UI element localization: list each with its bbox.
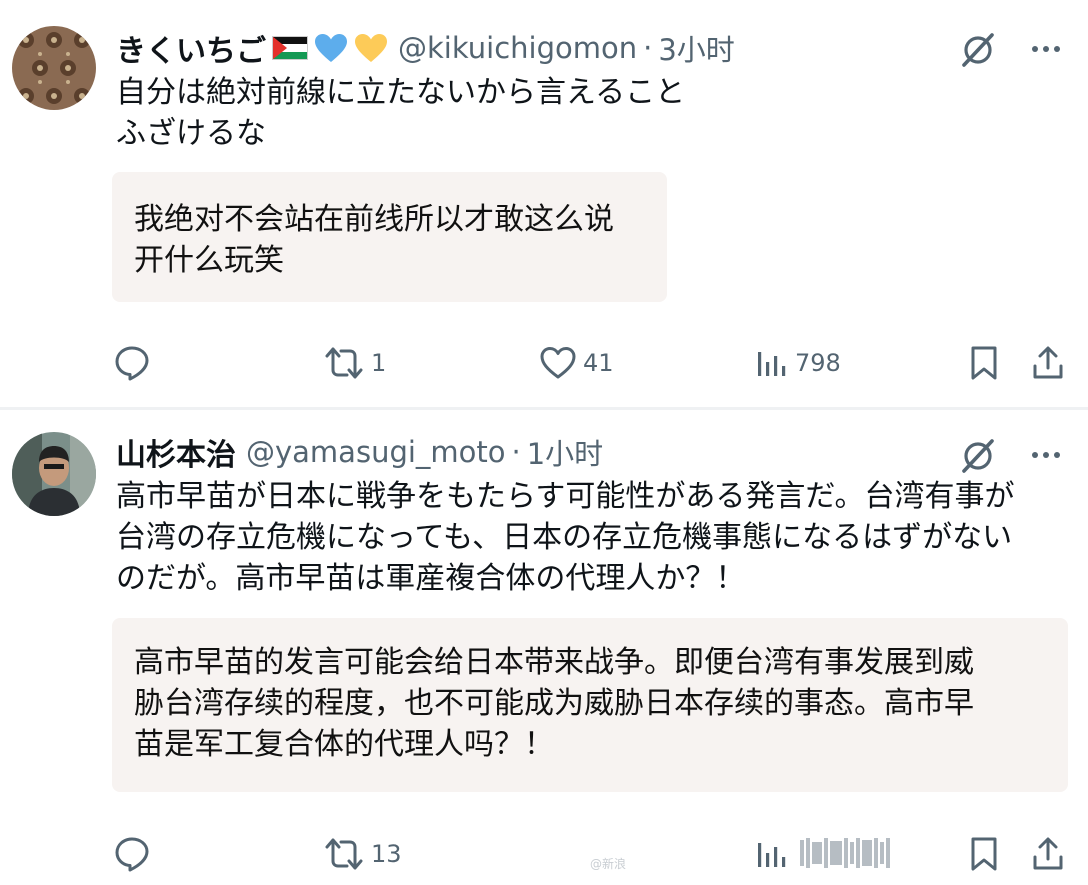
- like-count: 41: [583, 349, 614, 377]
- retweet-icon: [325, 347, 363, 379]
- action-bar: 1 41 798: [0, 343, 1088, 383]
- bookmark-button[interactable]: [966, 343, 1002, 383]
- translation-box: 我绝对不会站在前线所以才敢这么说 开什么玩笑: [112, 172, 667, 302]
- retweet-button[interactable]: 1: [323, 343, 386, 383]
- share-icon: [1033, 837, 1063, 870]
- tweet-1[interactable]: きくいちご @kikuichigomon · 3小时 自分は絶対前線に立たないか…: [0, 0, 1088, 407]
- tweet-text-line: 高市早苗が日本に戦争をもたらす可能性がある発言だ。台湾有事が: [116, 479, 1015, 514]
- translation-line: 高市早苗的发言可能会给日本带来战争。即便台湾有事发展到威: [134, 645, 974, 680]
- like-button[interactable]: 41: [539, 343, 614, 383]
- analytics-icon: [758, 843, 786, 867]
- retweet-count: 1: [371, 349, 387, 377]
- tweet-text: 高市早苗が日本に戦争をもたらす可能性がある発言だ。台湾有事が 台湾の存立危機にな…: [116, 476, 1068, 599]
- views-button[interactable]: [755, 834, 789, 874]
- timestamp[interactable]: 3小时: [658, 27, 734, 69]
- tweet-2[interactable]: 山杉本治 @yamasugi_moto · 1小时 高市早苗が日本に戦争をもたら…: [0, 410, 1088, 885]
- share-button[interactable]: [1030, 343, 1066, 383]
- translation-line: 开什么玩笑: [134, 243, 284, 278]
- display-name[interactable]: きくいちご: [116, 26, 266, 70]
- weibo-watermark: @新浪: [590, 857, 627, 871]
- watermark-overlay: [800, 833, 1020, 873]
- tweet-text-line: 台湾の存立危機になっても、日本の存立危機事態になるはずがない: [116, 520, 1013, 555]
- user-handle[interactable]: @kikuichigomon: [398, 31, 637, 65]
- tweet-header: きくいちご @kikuichigomon · 3小时: [116, 26, 735, 70]
- analytics-icon: [758, 352, 786, 376]
- blue-heart-emoji-icon: [315, 34, 347, 62]
- retweet-icon: [325, 838, 363, 870]
- grok-icon[interactable]: [958, 30, 998, 70]
- avatar[interactable]: [12, 26, 96, 110]
- views-count: 798: [795, 349, 841, 377]
- tweet-text-line: 自分は絶対前線に立たないから言えること: [116, 75, 686, 110]
- tweet-text-line: ふざけるな: [116, 116, 266, 151]
- retweet-button[interactable]: 13: [323, 834, 402, 874]
- name-emojis: [272, 33, 388, 63]
- avatar-pattern-image: [12, 26, 96, 110]
- reply-button[interactable]: [113, 343, 151, 383]
- tweet-header: 山杉本治 @yamasugi_moto · 1小时: [116, 430, 603, 474]
- user-handle[interactable]: @yamasugi_moto: [246, 435, 506, 469]
- translation-box: 高市早苗的发言可能会给日本带来战争。即便台湾有事发展到威 胁台湾存续的程度，也不…: [112, 618, 1068, 792]
- heart-icon: [540, 347, 576, 379]
- separator-dot: ·: [511, 435, 521, 469]
- share-button[interactable]: [1030, 834, 1066, 874]
- avatar[interactable]: [12, 432, 96, 516]
- share-icon: [1033, 346, 1063, 379]
- tweet-text: 自分は絶対前線に立たないから言えること ふざけるな: [116, 72, 1068, 154]
- tweet-text-line: のだが。高市早苗は軍産複合体の代理人か？！: [116, 561, 746, 596]
- more-options-icon[interactable]: [1028, 31, 1064, 67]
- timestamp[interactable]: 1小时: [527, 431, 603, 473]
- reply-icon: [115, 837, 149, 872]
- avatar-photo-image: [12, 432, 96, 516]
- separator-dot: ·: [643, 31, 653, 65]
- bookmark-icon: [971, 346, 997, 380]
- grok-icon[interactable]: [958, 436, 998, 476]
- more-options-icon[interactable]: [1028, 437, 1064, 473]
- translation-line: 胁台湾存续的程度，也不可能成为威胁日本存续的事态。高市早: [134, 686, 974, 721]
- palestine-flag-emoji-icon: [272, 36, 308, 60]
- retweet-count: 13: [371, 840, 402, 868]
- yellow-heart-emoji-icon: [355, 34, 387, 62]
- views-button[interactable]: 798: [755, 343, 841, 383]
- translation-line: 我绝对不会站在前线所以才敢这么说: [134, 202, 614, 237]
- display-name[interactable]: 山杉本治: [116, 430, 236, 474]
- translation-line: 苗是军工复合体的代理人吗？！: [134, 727, 554, 762]
- reply-button[interactable]: [113, 834, 151, 874]
- reply-icon: [115, 346, 149, 381]
